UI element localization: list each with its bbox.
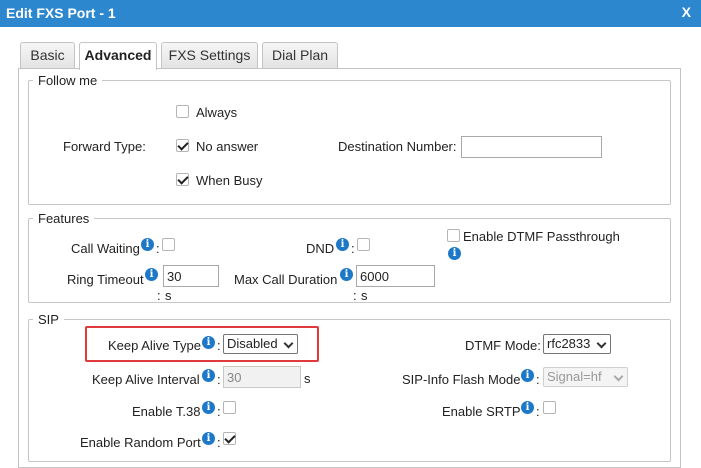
dnd-checkbox[interactable] xyxy=(357,238,370,251)
ring-timeout-input[interactable] xyxy=(163,265,219,287)
sip-info-flash-mode-info-icon[interactable]: i xyxy=(521,369,534,382)
enable-random-port-colon: : xyxy=(217,435,221,450)
ring-timeout-label: Ring Timeout xyxy=(67,272,144,287)
keep-alive-interval-colon: : xyxy=(217,372,221,387)
tab-basic[interactable]: Basic xyxy=(20,42,75,68)
ring-timeout-unit: s xyxy=(165,288,172,303)
when-busy-label: When Busy xyxy=(196,173,263,188)
max-call-duration-input[interactable] xyxy=(356,265,435,287)
max-call-duration-info-icon[interactable]: i xyxy=(340,268,353,281)
keep-alive-type-info-icon[interactable]: i xyxy=(202,336,215,349)
enable-srtp-checkbox[interactable] xyxy=(543,401,556,414)
enable-random-port-label: Enable Random Port xyxy=(80,435,201,450)
keep-alive-type-select[interactable]: Disabled xyxy=(223,334,298,354)
forward-type-label: Forward Type: xyxy=(63,139,146,154)
dtmf-mode-value: rfc2833 xyxy=(547,336,591,351)
destination-number-input[interactable] xyxy=(461,136,602,158)
no-answer-label: No answer xyxy=(196,139,259,154)
features-legend: Features xyxy=(38,211,90,226)
dnd-colon: : xyxy=(351,241,355,256)
sip-info-flash-mode-label: SIP-Info Flash Mode xyxy=(402,372,521,387)
call-waiting-checkbox[interactable] xyxy=(162,238,175,251)
destination-number-label: Destination Number: xyxy=(338,139,457,154)
tab-dial-plan[interactable]: Dial Plan xyxy=(262,42,338,68)
max-call-duration-colon: : xyxy=(353,288,357,303)
enable-t38-colon: : xyxy=(217,404,221,419)
keep-alive-type-value: Disabled xyxy=(227,336,278,351)
enable-t38-label: Enable T.38 xyxy=(132,404,201,419)
keep-alive-type-colon: : xyxy=(217,338,221,353)
follow-me-legend: Follow me xyxy=(38,73,98,88)
enable-srtp-colon: : xyxy=(536,404,540,419)
tab-fxs-settings[interactable]: FXS Settings xyxy=(161,42,258,68)
sip-info-flash-mode-colon: : xyxy=(536,372,540,387)
sip-info-flash-mode-value: Signal=hf xyxy=(547,369,602,384)
max-call-duration-unit: s xyxy=(361,288,368,303)
dialog-titlebar: Edit FXS Port - 1 X xyxy=(0,0,701,27)
dtmf-passthrough-label: Enable DTMF Passthrough xyxy=(463,229,620,244)
call-waiting-info-icon[interactable]: i xyxy=(141,238,154,251)
features-group: Features xyxy=(28,211,671,303)
keep-alive-interval-unit: s xyxy=(304,371,311,386)
tab-advanced[interactable]: Advanced xyxy=(79,42,157,70)
dtmf-mode-label: DTMF Mode: xyxy=(465,338,541,353)
enable-t38-checkbox[interactable] xyxy=(223,401,236,414)
enable-random-port-checkbox[interactable] xyxy=(223,432,236,445)
call-waiting-colon: : xyxy=(156,241,160,256)
enable-srtp-info-icon[interactable]: i xyxy=(521,401,534,414)
dnd-label: DND xyxy=(306,241,335,256)
dtmf-mode-select[interactable]: rfc2833 xyxy=(543,334,611,354)
keep-alive-interval-input[interactable] xyxy=(223,366,301,388)
enable-srtp-label: Enable SRTP xyxy=(442,404,521,419)
close-icon[interactable]: X xyxy=(682,4,691,20)
sip-info-flash-mode-select[interactable]: Signal=hf xyxy=(543,367,628,387)
enable-t38-info-icon[interactable]: i xyxy=(202,401,215,414)
ring-timeout-info-icon[interactable]: i xyxy=(145,268,158,281)
dtmf-passthrough-info-icon[interactable]: i xyxy=(448,247,461,260)
always-checkbox[interactable] xyxy=(176,105,189,118)
when-busy-checkbox[interactable] xyxy=(176,173,189,186)
max-call-duration-label: Max Call Duration xyxy=(234,272,338,287)
keep-alive-interval-info-icon[interactable]: i xyxy=(202,369,215,382)
dnd-info-icon[interactable]: i xyxy=(336,238,349,251)
dialog-title: Edit FXS Port - 1 xyxy=(6,5,116,21)
always-label: Always xyxy=(196,105,238,120)
sip-legend: SIP xyxy=(38,312,59,327)
keep-alive-type-label: Keep Alive Type xyxy=(108,338,201,353)
dtmf-passthrough-checkbox[interactable] xyxy=(447,229,460,242)
no-answer-checkbox[interactable] xyxy=(176,139,189,152)
enable-random-port-info-icon[interactable]: i xyxy=(202,432,215,445)
ring-timeout-colon: : xyxy=(157,288,161,303)
keep-alive-interval-label: Keep Alive Interval xyxy=(92,372,200,387)
call-waiting-label: Call Waiting xyxy=(71,241,140,256)
